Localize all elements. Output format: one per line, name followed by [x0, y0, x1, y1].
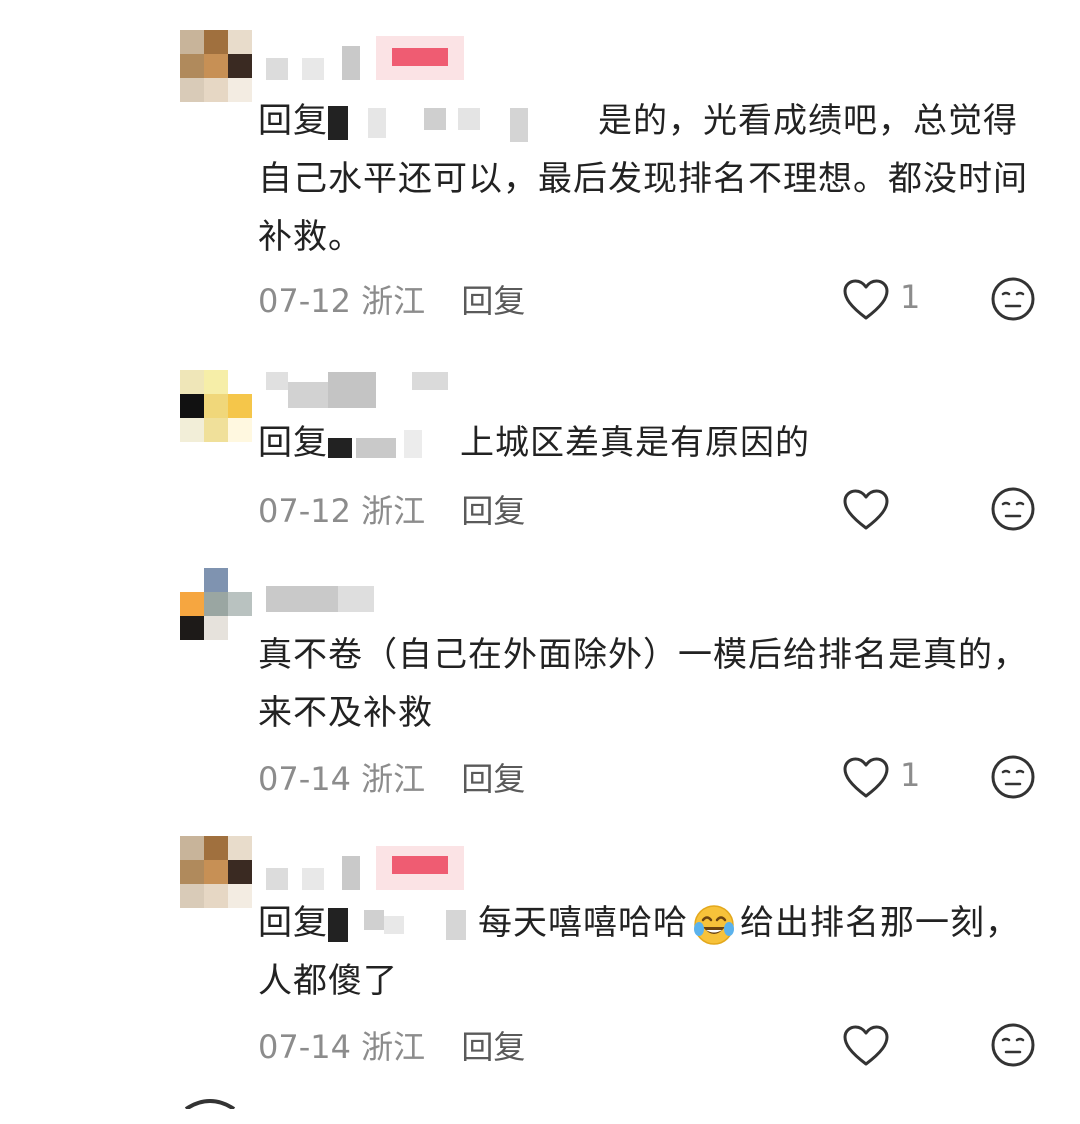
comment-location: 浙江 [361, 1028, 426, 1066]
comment-date: 07-12 [258, 282, 351, 320]
meh-face-icon[interactable] [990, 754, 1036, 800]
like-count: 1 [900, 278, 921, 316]
comment-meta: 07-14 浙江 回复 [258, 1022, 525, 1068]
comment-body: 上城区差真是有原因的 [460, 423, 810, 463]
comment-date: 07-12 [258, 492, 351, 530]
heart-icon[interactable] [842, 488, 890, 532]
avatar[interactable] [180, 836, 252, 908]
meh-face-icon[interactable] [990, 1022, 1036, 1068]
comment-body: 每天嘻嘻哈哈 [478, 903, 688, 943]
comment-meta: 07-12 浙江 回复 [258, 276, 525, 322]
reply-button[interactable]: 回复 [461, 1028, 525, 1066]
redacted-username [328, 105, 598, 142]
avatar-partial[interactable] [180, 1094, 240, 1124]
comment-meta: 07-12 浙江 回复 [258, 486, 525, 532]
avatar[interactable] [180, 370, 252, 442]
reply-prefix: 回复 [258, 101, 328, 141]
meh-face-icon[interactable] [990, 486, 1036, 532]
comment-text: 回复 上城区差真是有原因的 [258, 414, 1048, 472]
comment-date: 07-14 [258, 1028, 351, 1066]
meh-face-icon[interactable] [990, 276, 1036, 322]
comment-text: 回复 每天嘻嘻哈哈 给出排名那一刻，人都傻了 [258, 894, 1048, 1010]
heart-icon[interactable] [842, 278, 890, 322]
redacted-username [328, 907, 478, 942]
tears-of-joy-emoji-icon [692, 903, 736, 947]
avatar[interactable] [180, 30, 252, 102]
comment-body: 真不卷（自己在外面除外）一模后给排名是真的，来不及补救 [258, 635, 1028, 733]
username-blurred[interactable] [266, 846, 486, 896]
reply-button[interactable]: 回复 [461, 492, 525, 530]
username-blurred[interactable] [266, 36, 486, 86]
comment-text: 真不卷（自己在外面除外）一模后给排名是真的，来不及补救 [258, 626, 1048, 742]
reply-button[interactable]: 回复 [461, 760, 525, 798]
username-blurred[interactable] [266, 580, 486, 630]
heart-icon[interactable] [842, 1024, 890, 1068]
redacted-username [328, 429, 460, 460]
comment-text: 回复 是的，光看成绩吧，总觉得自己水平还可以，最后发现排名不理想。都没时间补救。 [258, 92, 1048, 266]
reply-prefix: 回复 [258, 903, 328, 943]
comment-location: 浙江 [361, 760, 426, 798]
heart-icon[interactable] [842, 756, 890, 800]
avatar[interactable] [180, 568, 252, 640]
reply-prefix: 回复 [258, 423, 328, 463]
comment-location: 浙江 [361, 492, 426, 530]
comment-location: 浙江 [361, 282, 426, 320]
like-count: 1 [900, 756, 921, 794]
comment-meta: 07-14 浙江 回复 [258, 754, 525, 800]
comment-date: 07-14 [258, 760, 351, 798]
reply-button[interactable]: 回复 [461, 282, 525, 320]
